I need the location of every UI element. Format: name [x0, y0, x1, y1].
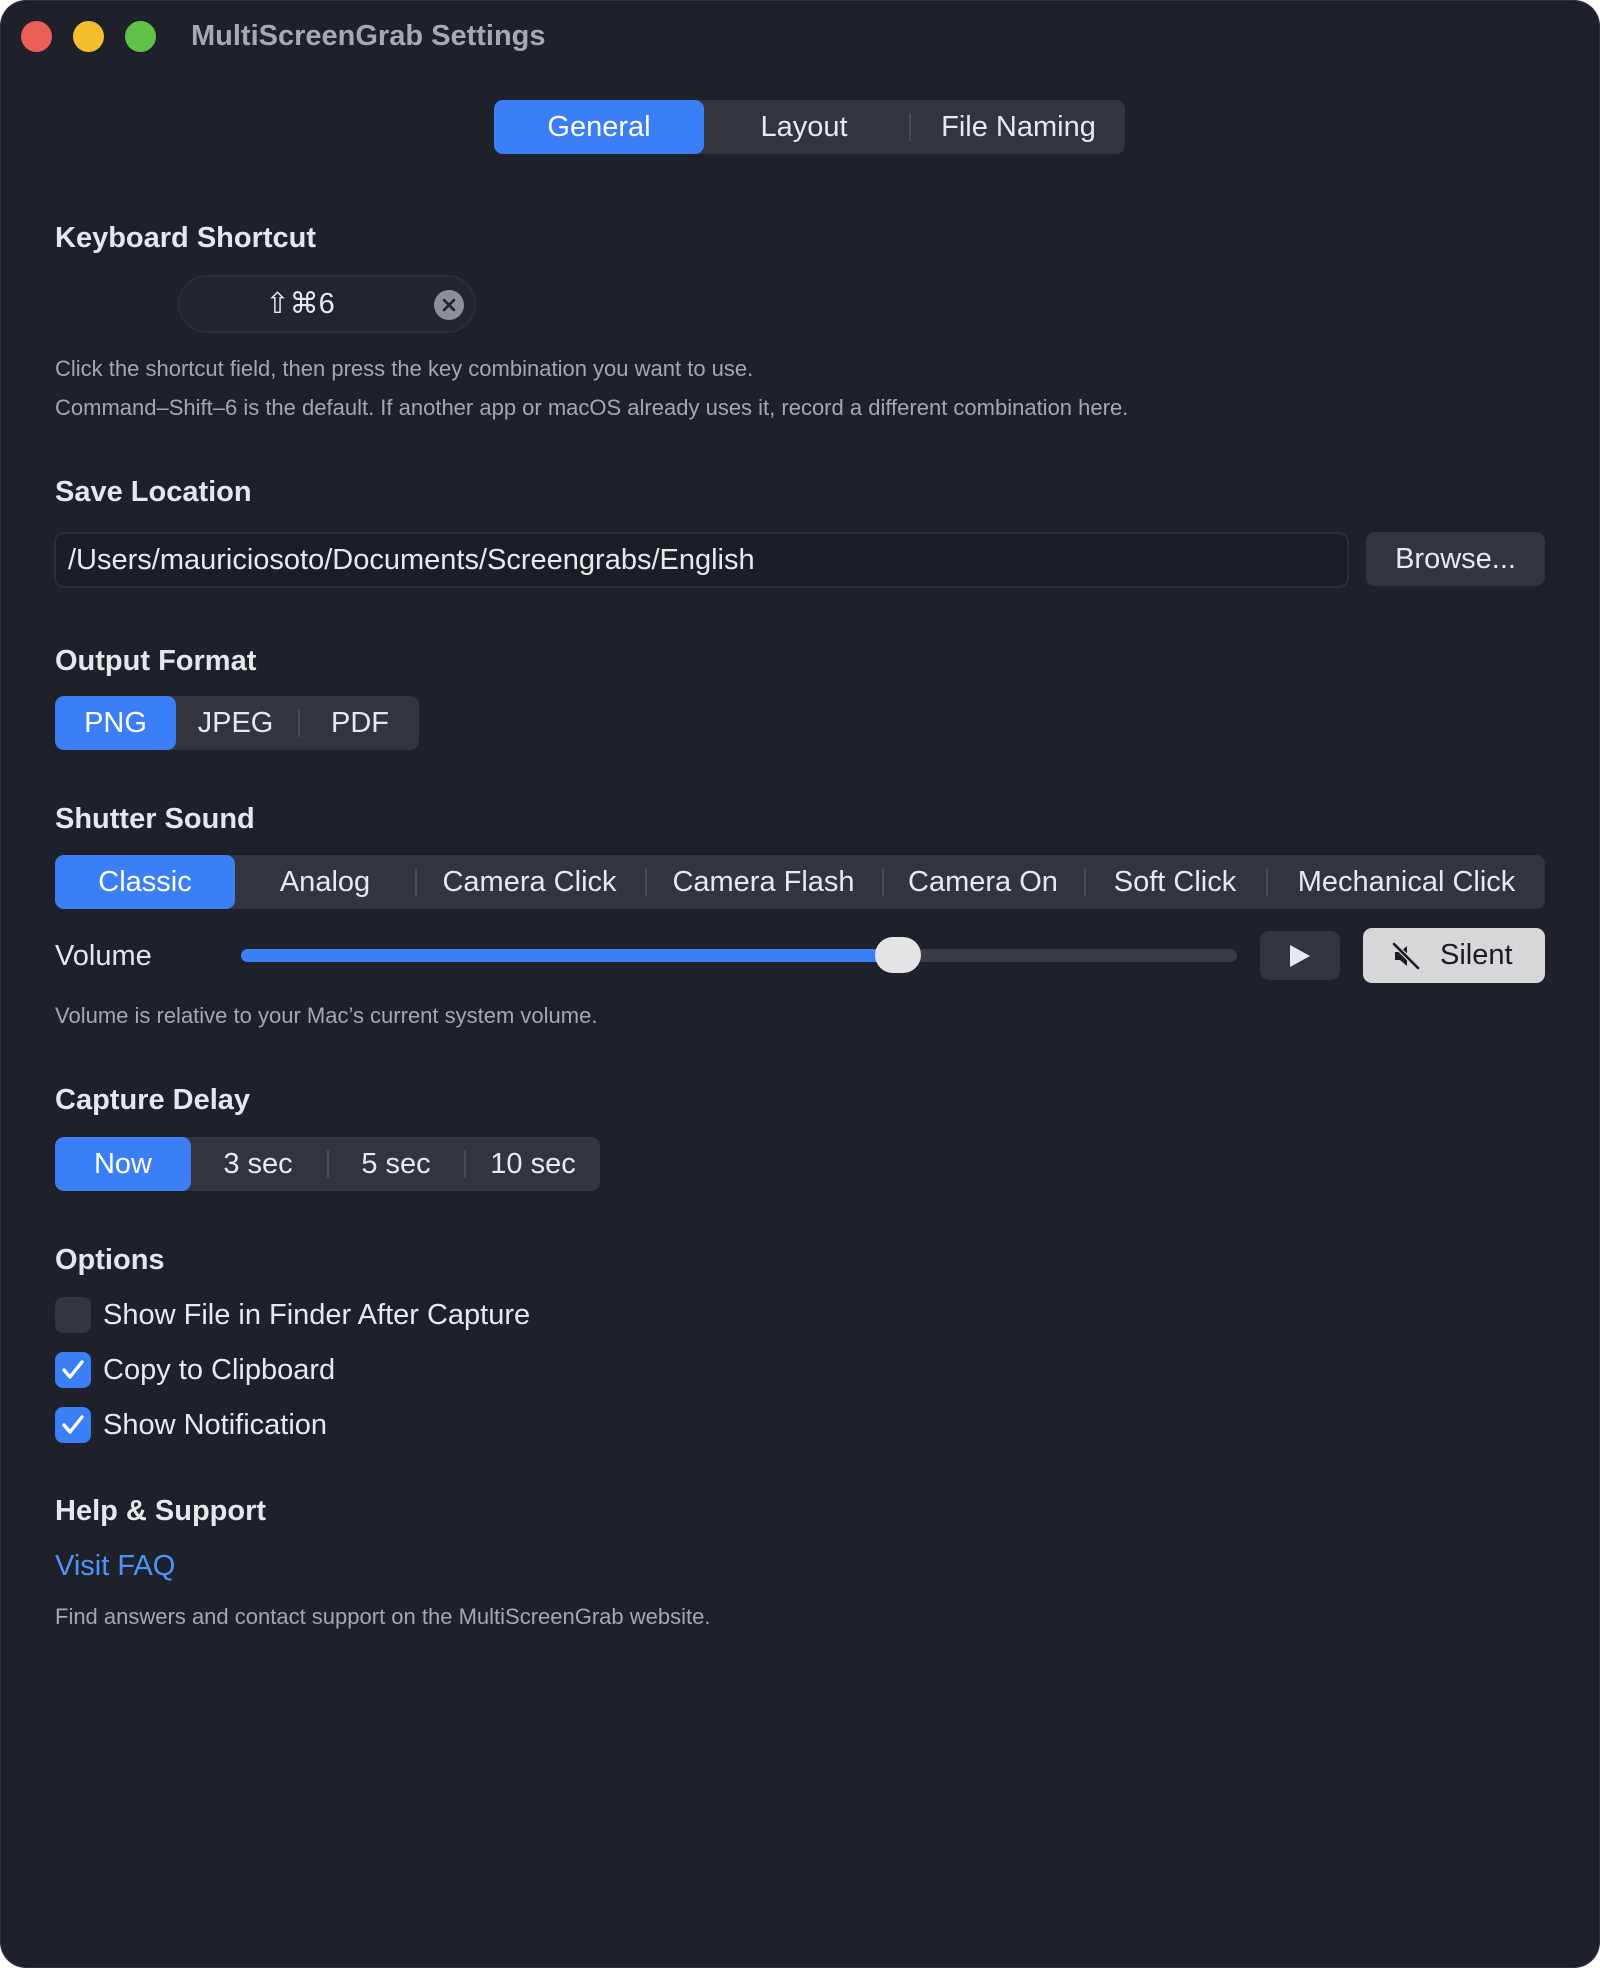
format-option-pdf[interactable]: PDF [301, 696, 419, 750]
format-separator [298, 709, 300, 737]
tab-general[interactable]: General [494, 100, 704, 154]
keyboard-shortcut-heading: Keyboard Shortcut [55, 222, 317, 254]
tab-layout[interactable]: Layout [704, 100, 904, 154]
save-location-heading: Save Location [55, 476, 252, 508]
delay-option-10-sec[interactable]: 10 sec [466, 1137, 600, 1191]
help-support-text: Find answers and contact support on the … [55, 1604, 711, 1629]
volume-label: Volume [55, 940, 152, 972]
capture-delay-heading: Capture Delay [55, 1084, 251, 1116]
minimize-window-button[interactable] [73, 21, 104, 52]
delay-option-5-sec[interactable]: 5 sec [329, 1137, 463, 1191]
sound-option-mechanical-click[interactable]: Mechanical Click [1268, 855, 1545, 909]
option-label: Show Notification [103, 1409, 328, 1441]
checkbox-checked[interactable] [55, 1352, 91, 1388]
delay-option-3-sec[interactable]: 3 sec [191, 1137, 325, 1191]
browse-button[interactable]: Browse... [1366, 532, 1545, 586]
tab-file-naming[interactable]: File Naming [912, 100, 1125, 154]
shutter-sound-heading: Shutter Sound [55, 803, 255, 835]
visit-faq-link[interactable]: Visit FAQ [55, 1548, 175, 1584]
sound-option-analog[interactable]: Analog [235, 855, 415, 909]
window-title: MultiScreenGrab Settings [191, 20, 546, 52]
speaker-muted-icon [1391, 941, 1421, 971]
save-location-path-field[interactable]: /Users/mauriciosoto/Documents/Screengrab… [54, 532, 1349, 588]
output-format-heading: Output Format [55, 645, 257, 677]
sound-option-camera-click[interactable]: Camera Click [417, 855, 642, 909]
output-format-selector: PNG JPEG PDF [55, 696, 419, 750]
delay-option-now[interactable]: Now [55, 1137, 191, 1191]
preview-sound-button[interactable] [1260, 931, 1340, 980]
settings-tabs: General Layout File Naming [494, 100, 1125, 154]
sound-option-soft-click[interactable]: Soft Click [1086, 855, 1264, 909]
silent-button-label: Silent [1440, 939, 1513, 971]
checkmark-icon [62, 1415, 84, 1434]
sound-option-classic[interactable]: Classic [55, 855, 235, 909]
volume-help-text: Volume is relative to your Mac’s current… [55, 1003, 598, 1028]
settings-window: MultiScreenGrab Settings General Layout … [0, 0, 1600, 1968]
volume-slider-thumb[interactable] [875, 937, 922, 973]
volume-slider[interactable] [241, 937, 1237, 973]
shutter-sound-selector: Classic Analog Camera Click Camera Flash… [55, 855, 1545, 909]
checkbox-checked[interactable] [55, 1407, 91, 1443]
volume-slider-fill [241, 949, 899, 962]
shortcut-recorder-field[interactable]: ⇧⌘6 [178, 275, 476, 333]
format-option-png[interactable]: PNG [55, 696, 176, 750]
capture-delay-selector: Now 3 sec 5 sec 10 sec [55, 1137, 600, 1191]
checkmark-icon [62, 1360, 84, 1379]
option-label: Show File in Finder After Capture [103, 1299, 531, 1331]
shortcut-help-line-2: Command–Shift–6 is the default. If anoth… [55, 395, 1129, 420]
sound-option-camera-flash[interactable]: Camera Flash [647, 855, 880, 909]
options-heading: Options [55, 1244, 165, 1276]
format-option-jpeg[interactable]: JPEG [176, 696, 295, 750]
close-window-button[interactable] [21, 21, 52, 52]
clear-shortcut-icon[interactable] [434, 290, 464, 320]
silent-button[interactable]: Silent [1363, 928, 1545, 983]
checkbox-unchecked[interactable] [55, 1297, 91, 1333]
shortcut-help-line-1: Click the shortcut field, then press the… [55, 356, 754, 381]
shortcut-value: ⇧⌘6 [265, 288, 335, 320]
tab-separator [909, 113, 911, 141]
help-support-heading: Help & Support [55, 1495, 267, 1527]
option-label: Copy to Clipboard [103, 1354, 336, 1386]
play-icon [1290, 945, 1310, 967]
sound-option-camera-on[interactable]: Camera On [884, 855, 1082, 909]
zoom-window-button[interactable] [125, 21, 156, 52]
